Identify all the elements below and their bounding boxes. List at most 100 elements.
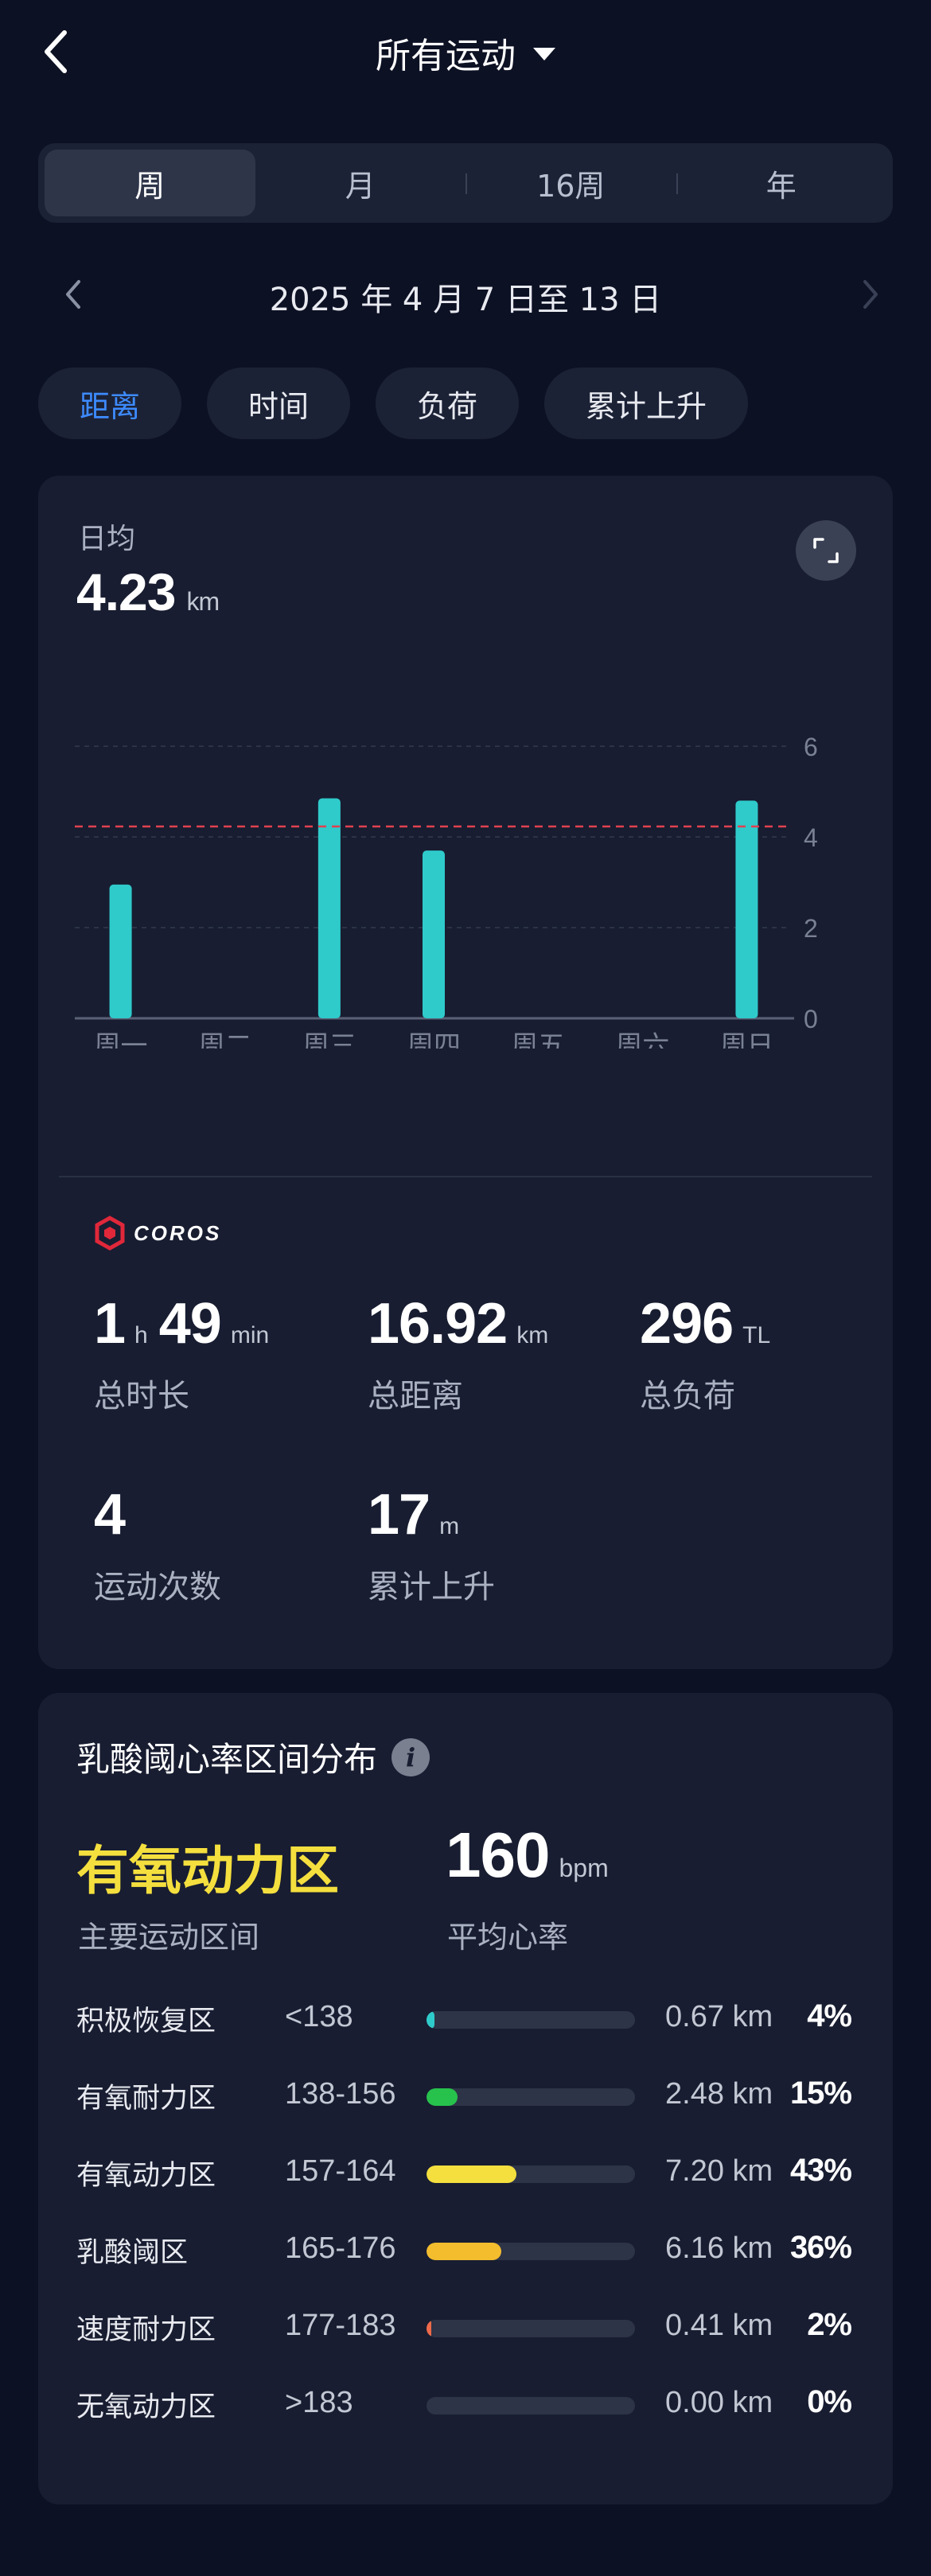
load-label: 总负荷 <box>640 1378 735 1414</box>
coros-wordmark: COROS <box>134 1220 222 1245</box>
distance-label: 总距离 <box>368 1378 463 1414</box>
tab-year[interactable]: 年 <box>676 150 887 216</box>
hr-zone-card: 乳酸阈心率区间分布 i 有氧动力区 主要运动区间 160 bpm 平均心率 积极恢… <box>38 1693 893 2504</box>
zone-hr-range: 165-176 <box>285 2232 396 2265</box>
average-hr-number: 160 <box>446 1819 550 1890</box>
zone-progress-track <box>427 2088 635 2106</box>
date-range-label: 2025 年 4 月 7 日至 13 日 <box>269 282 662 318</box>
zone-hr-range: 177-183 <box>285 2309 396 2342</box>
zone-percentage: 4% <box>807 1998 852 2033</box>
ascent-label: 累计上升 <box>368 1569 495 1605</box>
main-zone-label: 主要运动区间 <box>78 1920 260 1955</box>
count-value: 4 <box>94 1486 221 1543</box>
ascent-unit: m <box>439 1513 460 1539</box>
y-tick-label: 0 <box>804 1005 818 1033</box>
x-tick-label: 周六 <box>615 1030 669 1049</box>
daily-average-unit: km <box>186 587 220 616</box>
zone-name: 有氧耐力区 <box>76 2083 216 2115</box>
chip-label: 累计上升 <box>586 388 707 424</box>
zone-row: 无氧动力区 >183 0.00 km 0% <box>76 2378 872 2426</box>
x-tick-label: 周四 <box>407 1030 461 1049</box>
zone-progress-fill <box>427 2243 502 2260</box>
zone-progress-fill <box>427 2165 516 2183</box>
date-navigator: 2025 年 4 月 7 日至 13 日 <box>38 263 893 326</box>
zone-name: 速度耐力区 <box>76 2314 216 2346</box>
tab-label: 年 <box>765 168 797 204</box>
y-tick-label: 6 <box>804 733 818 761</box>
zone-distance: 0.41 km <box>665 2309 773 2342</box>
stat-total-load: 296 TL 总负荷 <box>640 1295 770 1416</box>
load-number: 296 <box>640 1292 734 1356</box>
chip-time[interactable]: 时间 <box>207 368 351 439</box>
zone-name: 有氧动力区 <box>76 2160 216 2192</box>
period-tabs: 周 月 16周 年 <box>38 143 893 223</box>
distance-value: 16.92 km <box>368 1295 548 1352</box>
zone-row: 有氧耐力区 138-156 2.48 km 15% <box>76 2069 872 2117</box>
zone-progress-fill <box>427 2011 435 2029</box>
zone-card-title: 乳酸阈心率区间分布 i <box>76 1733 430 1781</box>
chevron-right-icon <box>863 280 878 309</box>
load-value: 296 TL <box>640 1295 770 1352</box>
stat-total-distance: 16.92 km 总距离 <box>368 1295 548 1416</box>
daily-average-value: 4.23 km <box>76 562 220 622</box>
zone-row: 乳酸阈区 165-176 6.16 km 36% <box>76 2224 872 2271</box>
bar-周日[interactable] <box>735 800 758 1018</box>
zone-name: 无氧动力区 <box>76 2391 216 2423</box>
next-week-button[interactable] <box>855 278 886 310</box>
zone-percentage: 43% <box>789 2153 852 2188</box>
chip-distance[interactable]: 距离 <box>38 368 182 439</box>
zone-percentage: 15% <box>789 2076 852 2111</box>
tab-month[interactable]: 月 <box>255 150 466 216</box>
coros-hexagon-icon <box>95 1216 125 1251</box>
caret-down-icon <box>533 48 555 60</box>
distance-bar-chart: 6 4 2 0 周一 周二 周三 周四 周五 周六 周日 <box>75 733 818 1049</box>
average-hr-unit: bpm <box>559 1854 609 1882</box>
tab-16-weeks[interactable]: 16周 <box>465 150 676 216</box>
ascent-value: 17 m <box>368 1486 495 1543</box>
chip-label: 时间 <box>248 388 310 424</box>
zone-progress-track <box>427 2320 635 2337</box>
chip-load[interactable]: 负荷 <box>376 368 520 439</box>
duration-minutes-unit: min <box>230 1322 270 1348</box>
expand-chart-button[interactable] <box>796 520 856 581</box>
duration-hours: 1 <box>94 1292 126 1356</box>
tab-week[interactable]: 周 <box>45 150 255 216</box>
zone-distance: 2.48 km <box>665 2077 773 2111</box>
zone-name: 乳酸阈区 <box>76 2237 189 2269</box>
tab-label: 月 <box>345 168 376 204</box>
distance-unit: km <box>516 1322 549 1348</box>
sport-filter-dropdown[interactable]: 所有运动 <box>0 27 931 78</box>
zone-percentage: 0% <box>807 2384 852 2419</box>
zone-progress-track <box>427 2011 635 2029</box>
zone-hr-range: 157-164 <box>285 2154 396 2188</box>
chip-ascent[interactable]: 累计上升 <box>544 368 749 439</box>
coros-logo: COROS <box>94 1216 221 1251</box>
zone-distance: 0.67 km <box>665 2000 773 2033</box>
bar-周三[interactable] <box>317 798 341 1018</box>
stat-total-ascent: 17 m 累计上升 <box>368 1486 495 1607</box>
zone-row: 有氧动力区 157-164 7.20 km 43% <box>76 2146 872 2194</box>
zone-row: 速度耐力区 177-183 0.41 km 2% <box>76 2301 872 2348</box>
zone-hr-range: >183 <box>285 2386 353 2419</box>
bar-周四[interactable] <box>423 850 445 1018</box>
tab-label: 周 <box>134 168 166 204</box>
distance-number: 16.92 <box>368 1292 508 1356</box>
load-unit: TL <box>742 1322 771 1348</box>
zone-distance: 7.20 km <box>665 2154 773 2188</box>
count-number: 4 <box>94 1483 126 1547</box>
x-tick-label: 周五 <box>511 1030 565 1049</box>
page-title: 所有运动 <box>376 36 516 76</box>
info-icon[interactable]: i <box>391 1737 430 1776</box>
chip-label: 距离 <box>80 388 141 424</box>
zone-hr-range: <138 <box>285 2000 353 2033</box>
zone-distance: 0.00 km <box>665 2386 773 2419</box>
duration-minutes: 49 <box>158 1292 222 1356</box>
zone-progress-track <box>427 2397 635 2415</box>
stat-activity-count: 4 运动次数 <box>94 1486 221 1607</box>
zone-progress-track <box>427 2165 635 2183</box>
zone-progress-track <box>427 2243 635 2260</box>
bar-周一[interactable] <box>109 884 132 1018</box>
ascent-number: 17 <box>368 1483 430 1547</box>
zone-percentage: 2% <box>807 2307 852 2342</box>
top-bar: 所有运动 <box>0 0 931 103</box>
